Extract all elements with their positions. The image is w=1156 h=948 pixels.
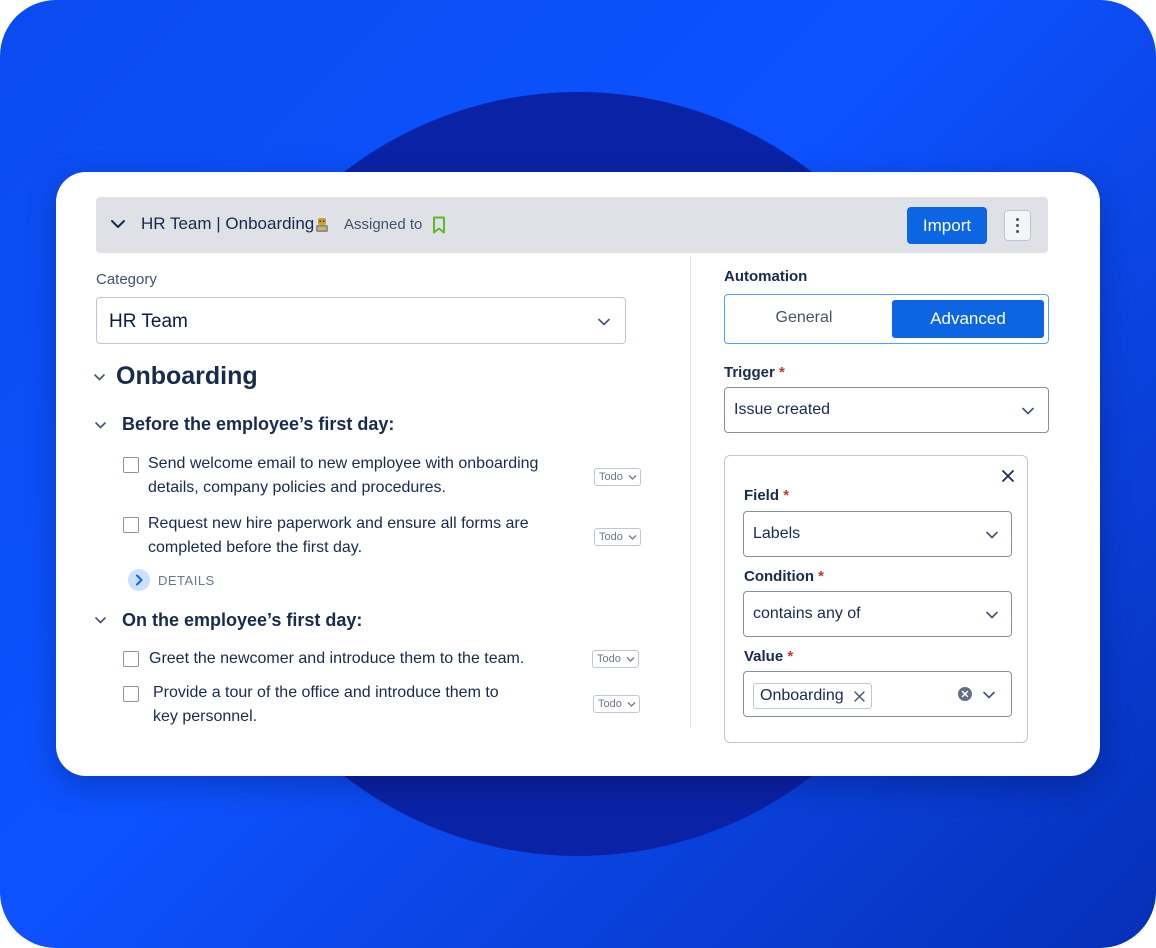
clear-icon[interactable] (958, 687, 972, 701)
chevron-down-icon (626, 657, 635, 662)
chevron-down-icon (983, 691, 995, 699)
task-checkbox[interactable] (123, 651, 139, 667)
checklist-card: HR Team | Onboarding Assigned to Import … (56, 172, 1100, 776)
required-mark: * (787, 648, 794, 665)
chevron-down-icon[interactable] (110, 216, 126, 232)
onboarding-collapse-icon[interactable] (93, 371, 106, 384)
required-mark: * (783, 487, 790, 504)
trigger-select[interactable]: Issue created (724, 387, 1049, 433)
value-multiselect[interactable]: Onboarding (743, 671, 1012, 717)
task-text: Greet the newcomer and introduce them to… (149, 650, 525, 667)
automation-label: Automation (724, 268, 808, 285)
required-mark: * (779, 364, 785, 381)
status-select[interactable]: Todo (594, 468, 641, 486)
condition-select[interactable]: contains any of (743, 591, 1012, 637)
required-mark: * (818, 568, 824, 585)
checklist-header[interactable]: HR Team | Onboarding Assigned to Import (96, 197, 1048, 253)
status-select[interactable]: Todo (593, 695, 640, 713)
trigger-value: Issue created (734, 401, 831, 418)
condition-value: contains any of (753, 605, 861, 622)
category-select[interactable]: HR Team (96, 297, 626, 344)
category-value: HR Team (109, 311, 188, 332)
section-title: Before the employee’s first day: (122, 414, 395, 434)
bookmark-icon[interactable] (432, 216, 446, 234)
chevron-down-icon (1022, 407, 1034, 415)
chevron-down-icon (598, 318, 610, 326)
chevron-down-icon (986, 611, 998, 619)
import-button[interactable]: Import (907, 207, 987, 244)
value-chip-label: Onboarding (760, 687, 844, 704)
task-checkbox[interactable] (123, 457, 139, 473)
category-label: Category (96, 271, 157, 288)
details-label[interactable]: DETAILS (158, 573, 215, 588)
task-text: Request new hire paperwork and ensure al… (148, 515, 529, 556)
details-expand-button[interactable] (128, 569, 150, 591)
more-vertical-icon (1016, 218, 1019, 221)
task-checkbox[interactable] (123, 517, 139, 533)
section-title: On the employee’s first day: (122, 610, 363, 630)
checklist-title: Onboarding (116, 362, 258, 390)
task-text: Send welcome email to new employee with … (148, 455, 539, 496)
task-text: Provide a tour of the office and introdu… (153, 684, 499, 725)
remove-chip-icon[interactable] (854, 691, 865, 702)
tab-general[interactable]: General (725, 295, 883, 343)
section-collapse-icon[interactable] (94, 614, 107, 627)
automation-tabs: General Advanced (724, 294, 1049, 344)
value-chip: Onboarding (753, 683, 872, 709)
value-label: Value * (744, 648, 794, 665)
assigned-to-label: Assigned to (344, 216, 423, 233)
chevron-down-icon (627, 702, 636, 707)
chevron-down-icon (628, 475, 637, 480)
field-value: Labels (753, 525, 801, 542)
status-select[interactable]: Todo (592, 650, 639, 668)
chevron-right-icon (136, 574, 143, 586)
tab-advanced[interactable]: Advanced (892, 300, 1044, 338)
robot-emoji-icon (316, 218, 328, 232)
task-checkbox[interactable] (123, 686, 139, 702)
section-collapse-icon[interactable] (94, 419, 107, 432)
more-options-button[interactable] (1004, 210, 1031, 241)
status-select[interactable]: Todo (594, 528, 641, 546)
field-label: Field * (744, 487, 790, 504)
column-divider (690, 256, 691, 728)
chevron-down-icon (628, 535, 637, 540)
condition-panel: Field * Labels Condition * contains any … (724, 455, 1028, 743)
chevron-down-icon (986, 531, 998, 539)
field-select[interactable]: Labels (743, 511, 1012, 557)
condition-label: Condition * (744, 568, 824, 585)
close-icon[interactable] (1001, 469, 1015, 483)
trigger-label: Trigger * (724, 364, 785, 381)
checklist-header-title: HR Team | Onboarding (141, 214, 315, 233)
